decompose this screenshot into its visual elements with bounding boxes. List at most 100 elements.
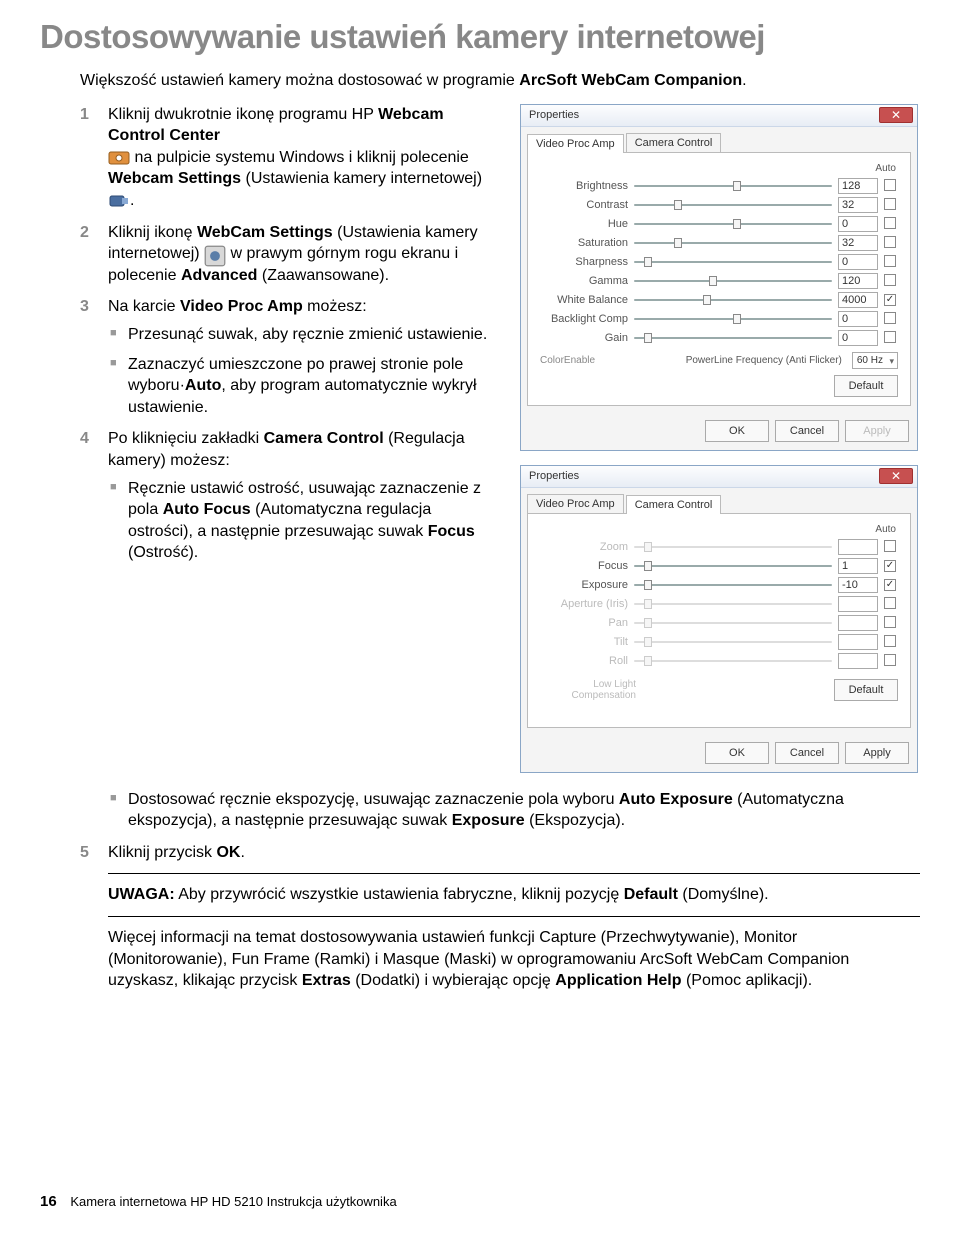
property-row: Gain 0 xyxy=(536,329,902,348)
auto-checkbox[interactable] xyxy=(884,217,896,229)
property-slider[interactable] xyxy=(634,198,832,212)
auto-checkbox[interactable] xyxy=(884,198,896,210)
step1-text-d: (Ustawienia kamery internetowej) xyxy=(241,170,482,187)
property-value[interactable] xyxy=(838,653,878,669)
property-label: Gain xyxy=(536,332,634,344)
auto-checkbox[interactable] xyxy=(884,540,896,552)
dialog2-title: Properties xyxy=(529,470,579,482)
close-button[interactable]: ✕ xyxy=(879,107,913,123)
property-slider[interactable] xyxy=(634,236,832,250)
property-value[interactable]: 4000 xyxy=(838,292,878,308)
cancel-button[interactable]: Cancel xyxy=(775,742,839,764)
ok-button[interactable]: OK xyxy=(705,742,769,764)
property-label: Pan xyxy=(536,617,634,629)
auto-checkbox[interactable] xyxy=(884,579,896,591)
step4-sub1: Ręcznie ustawić ostrość, usuwając zaznac… xyxy=(108,478,500,564)
property-slider[interactable] xyxy=(634,179,832,193)
property-value[interactable]: 0 xyxy=(838,330,878,346)
page-footer: 16 Kamera internetowa HP HD 5210 Instruk… xyxy=(40,1193,397,1210)
property-label: Brightness xyxy=(536,180,634,192)
s4s2-a: Dostosować ręcznie ekspozycję, usuwając … xyxy=(128,791,619,808)
note-paragraph: UWAGA: Aby przywrócić wszystkie ustawien… xyxy=(108,884,920,906)
property-row: White Balance4000 xyxy=(536,291,902,310)
property-row: Sharpness 0 xyxy=(536,253,902,272)
auto-checkbox[interactable] xyxy=(884,331,896,343)
property-slider[interactable] xyxy=(634,293,832,307)
note-b: Aby przywrócić wszystkie ustawienia fabr… xyxy=(175,886,624,903)
property-slider[interactable] xyxy=(634,217,832,231)
tab-camera-control[interactable]: Camera Control xyxy=(626,495,722,514)
step-4: 4 Po kliknięciu zakładki Camera Control … xyxy=(80,428,500,564)
auto-checkbox[interactable] xyxy=(884,236,896,248)
property-slider[interactable] xyxy=(634,559,832,573)
property-row: Gamma 120 xyxy=(536,272,902,291)
auto-checkbox[interactable] xyxy=(884,312,896,324)
property-value[interactable]: 0 xyxy=(838,216,878,232)
auto-checkbox[interactable] xyxy=(884,635,896,647)
property-value[interactable]: 120 xyxy=(838,273,878,289)
default-button[interactable]: Default xyxy=(834,375,898,397)
auto-checkbox[interactable] xyxy=(884,255,896,267)
auto-checkbox[interactable] xyxy=(884,597,896,609)
property-value[interactable]: 32 xyxy=(838,197,878,213)
property-value[interactable]: -10 xyxy=(838,577,878,593)
property-label: Tilt xyxy=(536,636,634,648)
ok-button[interactable]: OK xyxy=(705,420,769,442)
step5-a: Kliknij przycisk xyxy=(108,844,216,861)
property-slider xyxy=(634,616,832,630)
property-value[interactable]: 128 xyxy=(838,178,878,194)
property-value[interactable] xyxy=(838,539,878,555)
separator xyxy=(108,873,920,874)
properties-dialog-1: Properties ✕ Video Proc Amp Camera Contr… xyxy=(520,104,918,451)
step-number: 5 xyxy=(80,842,89,864)
property-value[interactable]: 32 xyxy=(838,235,878,251)
step4-cont: Dostosować ręcznie ekspozycję, usuwając … xyxy=(80,789,920,832)
auto-checkbox[interactable] xyxy=(884,274,896,286)
s4s1-b: Auto Focus xyxy=(163,501,251,518)
property-label: Roll xyxy=(536,655,634,667)
steps-list: 1 Kliknij dwukrotnie ikonę programu HP W… xyxy=(80,104,500,564)
more-b2: Application Help xyxy=(555,972,681,989)
property-value[interactable] xyxy=(838,634,878,650)
auto-checkbox[interactable] xyxy=(884,654,896,666)
property-label: Sharpness xyxy=(536,256,634,268)
property-slider[interactable] xyxy=(634,578,832,592)
auto-checkbox[interactable] xyxy=(884,294,896,306)
auto-checkbox[interactable] xyxy=(884,560,896,572)
property-slider[interactable] xyxy=(634,274,832,288)
property-value[interactable] xyxy=(838,596,878,612)
tab-video-proc-amp[interactable]: Video Proc Amp xyxy=(527,494,624,513)
tab-video-proc-amp[interactable]: Video Proc Amp xyxy=(527,134,624,153)
apply-button[interactable]: Apply xyxy=(845,420,909,442)
apply-button[interactable]: Apply xyxy=(845,742,909,764)
property-row: Contrast32 xyxy=(536,196,902,215)
step5-c: . xyxy=(240,844,244,861)
colorenable-label: ColorEnable xyxy=(540,355,595,366)
property-label: Focus xyxy=(536,560,634,572)
step2-b2: Advanced xyxy=(181,267,257,284)
note-c: Default xyxy=(624,886,678,903)
close-button[interactable]: ✕ xyxy=(879,468,913,484)
step-2: 2 Kliknij ikonę WebCam Settings (Ustawie… xyxy=(80,222,500,287)
cancel-button[interactable]: Cancel xyxy=(775,420,839,442)
powerline-select[interactable]: 60 Hz xyxy=(852,352,898,369)
auto-checkbox[interactable] xyxy=(884,616,896,628)
property-label: Gamma xyxy=(536,275,634,287)
properties-dialog-2: Properties ✕ Video Proc Amp Camera Contr… xyxy=(520,465,918,773)
auto-checkbox[interactable] xyxy=(884,179,896,191)
default-button[interactable]: Default xyxy=(834,679,898,701)
property-value[interactable] xyxy=(838,615,878,631)
property-value[interactable]: 1 xyxy=(838,558,878,574)
property-slider[interactable] xyxy=(634,255,832,269)
property-slider[interactable] xyxy=(634,331,832,345)
property-value[interactable]: 0 xyxy=(838,254,878,270)
property-slider[interactable] xyxy=(634,312,832,326)
property-label: Backlight Comp xyxy=(536,313,634,325)
property-label: Zoom xyxy=(536,541,634,553)
intro-product: ArcSoft WebCam Companion xyxy=(519,72,742,89)
tab-camera-control[interactable]: Camera Control xyxy=(626,133,722,152)
s4s2-d: Exposure xyxy=(452,812,525,829)
dialog1-title: Properties xyxy=(529,109,579,121)
property-value[interactable]: 0 xyxy=(838,311,878,327)
step4-text-a: Po kliknięciu zakładki xyxy=(108,430,264,447)
